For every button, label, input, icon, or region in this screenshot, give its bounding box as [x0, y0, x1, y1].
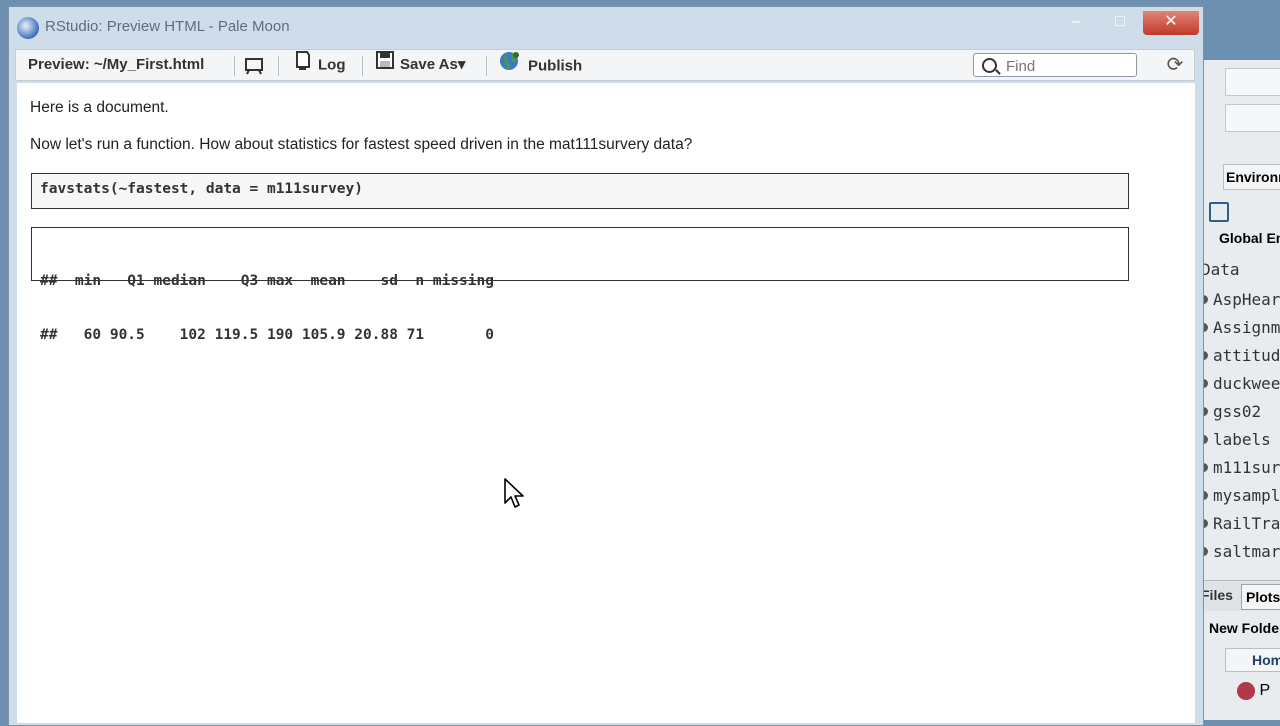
- globe-icon: [498, 50, 522, 83]
- background-rstudio-window: Environment Global Environment Data AspH…: [1196, 60, 1280, 720]
- save-workspace-icon[interactable]: [1209, 202, 1229, 222]
- list-item[interactable]: labels: [1197, 426, 1280, 454]
- presentation-icon[interactable]: [244, 55, 266, 75]
- output-header-line: ## min Q1 median Q3 max mean sd n missin…: [40, 273, 494, 289]
- list-item[interactable]: m111survey: [1197, 454, 1280, 482]
- tab-plots[interactable]: Plots: [1241, 584, 1280, 610]
- toolbar-divider: [234, 56, 235, 76]
- file-icon: [1237, 682, 1255, 700]
- list-item[interactable]: saltmarsh: [1197, 538, 1280, 566]
- paragraph: Here is a document.: [30, 99, 169, 116]
- bg-toolbar: [1225, 68, 1280, 96]
- log-button[interactable]: Log: [294, 50, 346, 80]
- maximize-button[interactable]: □: [1099, 11, 1141, 35]
- publish-button[interactable]: Publish: [498, 50, 582, 80]
- refresh-button[interactable]: ⟳: [1164, 54, 1186, 76]
- output-code-block: ## min Q1 median Q3 max mean sd n missin…: [31, 227, 1129, 343]
- paragraph: Now let's run a function. How about stat…: [30, 136, 693, 153]
- home-breadcrumb[interactable]: Home: [1225, 648, 1280, 672]
- close-button[interactable]: ✕: [1143, 11, 1199, 35]
- list-item[interactable]: AspHeart: [1197, 286, 1280, 314]
- find-input[interactable]: [1004, 55, 1136, 77]
- source-code-block: favstats(~fastest, data = m111survey): [31, 173, 1129, 209]
- output-values-line: ## 60 90.5 102 119.5 190 105.9 20.88 71 …: [40, 327, 494, 343]
- list-item[interactable]: duckweed: [1197, 370, 1280, 398]
- toolbar-divider: [362, 56, 363, 76]
- toolbar-divider: [486, 56, 487, 76]
- chevron-down-icon: ▾: [457, 56, 466, 73]
- tab-files[interactable]: Files: [1201, 587, 1233, 603]
- environment-data-list: AspHeart Assignment attitudes duckweed g…: [1197, 286, 1280, 566]
- pale-moon-icon: [17, 17, 39, 39]
- list-item[interactable]: attitudes: [1197, 342, 1280, 370]
- list-item[interactable]: RailTrail: [1197, 510, 1280, 538]
- log-icon: [294, 50, 312, 81]
- title-bar[interactable]: RStudio: Preview HTML - Pale Moon – □ ✕: [9, 7, 1203, 47]
- file-item[interactable]: P: [1237, 682, 1277, 712]
- tab-environment[interactable]: Environment: [1223, 164, 1280, 190]
- window-title: RStudio: Preview HTML - Pale Moon: [45, 18, 290, 35]
- search-icon: [982, 58, 997, 73]
- preview-toolbar: Preview: ~/My_First.html Log Save As▾ Pu…: [15, 49, 1195, 81]
- save-as-button[interactable]: Save As▾: [376, 50, 465, 80]
- files-tab-bar: Files Plots: [1197, 580, 1280, 611]
- environment-tools: [1209, 200, 1280, 222]
- preview-path-label: Preview: ~/My_First.html: [28, 56, 205, 73]
- find-box[interactable]: [973, 53, 1137, 77]
- mouse-cursor-icon: [504, 478, 524, 508]
- preview-window: RStudio: Preview HTML - Pale Moon – □ ✕ …: [8, 6, 1204, 726]
- html-preview-content: Here is a document. Now let's run a func…: [17, 83, 1195, 723]
- list-item[interactable]: Assignment: [1197, 314, 1280, 342]
- toolbar-divider: [278, 56, 279, 76]
- minimize-button[interactable]: –: [1055, 11, 1097, 35]
- bg-toolbar-2: [1225, 104, 1280, 132]
- data-header: Data: [1201, 260, 1240, 279]
- save-icon: [376, 50, 394, 80]
- new-folder-button[interactable]: New Folder: [1209, 620, 1280, 636]
- global-environment-dropdown[interactable]: Global Environment: [1219, 230, 1280, 246]
- list-item[interactable]: mysample: [1197, 482, 1280, 510]
- list-item[interactable]: gss02: [1197, 398, 1280, 426]
